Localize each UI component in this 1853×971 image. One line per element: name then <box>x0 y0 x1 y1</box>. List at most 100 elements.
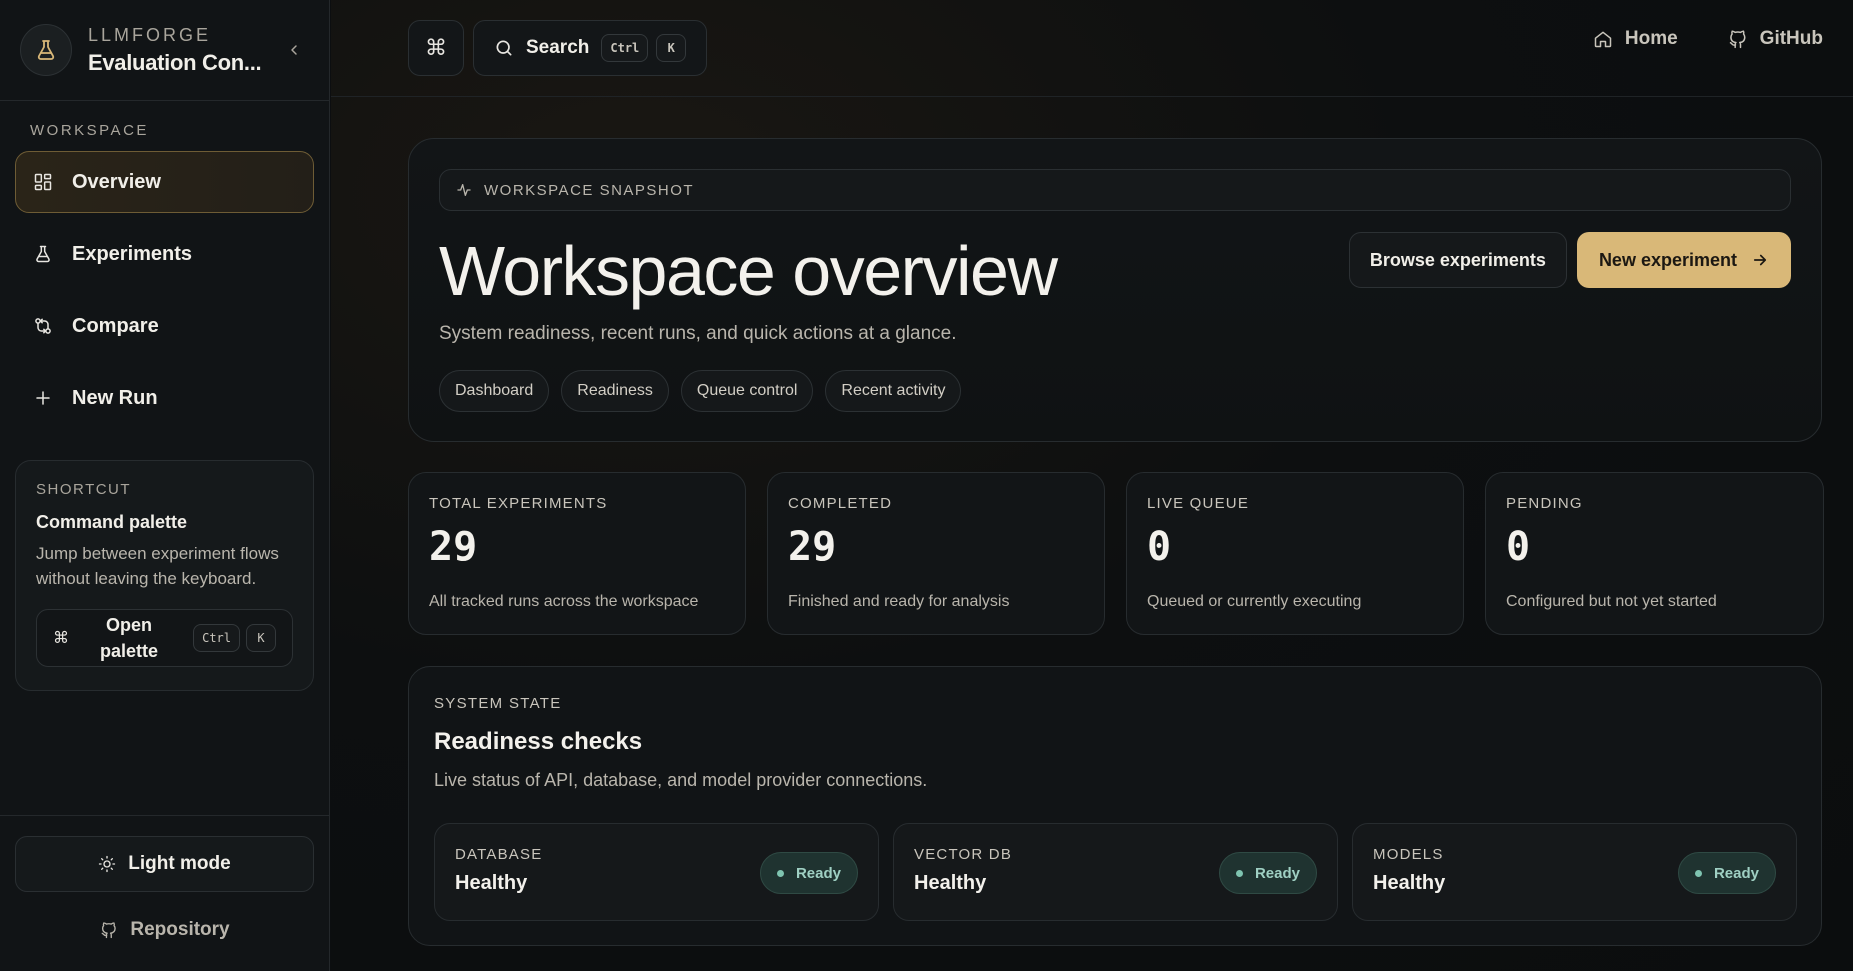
shortcut-title: Command palette <box>36 512 188 532</box>
stat-card-completed: COMPLETED 29 Finished and ready for anal… <box>767 472 1105 635</box>
stat-value: 29 <box>429 524 478 570</box>
status-badge: Ready <box>1218 852 1317 894</box>
github-icon <box>100 921 118 939</box>
chip-row: Dashboard Readiness Queue control Recent… <box>439 370 973 412</box>
sidebar-item-compare[interactable]: Compare <box>15 295 314 357</box>
brand-kicker: LLMFORGE <box>88 24 212 45</box>
stat-value: 29 <box>788 524 837 570</box>
stat-card-pending: PENDING 0 Configured but not yet started <box>1485 472 1824 635</box>
github-label: GitHub <box>1759 28 1823 49</box>
topbar: ⌘ Search Ctrl K Home GitHub <box>331 0 1853 97</box>
readiness-card: SYSTEM STATE Readiness checks Live statu… <box>408 666 1822 946</box>
top-links: Home GitHub <box>1543 28 1823 50</box>
collapse-sidebar-button[interactable] <box>279 35 309 65</box>
section-label: WORKSPACE <box>30 122 149 139</box>
status-dot-icon <box>1235 869 1243 877</box>
snapshot-bar: WORKSPACE SNAPSHOT <box>439 169 1791 211</box>
snapshot-label: WORKSPACE SNAPSHOT <box>484 181 695 199</box>
sidebar: LLMFORGE Evaluation Con... WORKSPACE Ove… <box>0 0 330 971</box>
check-models: MODELS Healthy Ready <box>1352 823 1797 921</box>
sidebar-item-new-run[interactable]: New Run <box>15 367 314 429</box>
stat-label: PENDING <box>1506 495 1583 512</box>
repository-label: Repository <box>130 919 230 940</box>
kbd-k: K <box>246 624 276 652</box>
kbd-ctrl: Ctrl <box>193 624 240 652</box>
hero-card: WORKSPACE SNAPSHOT Workspace overview Sy… <box>408 138 1822 442</box>
stat-value: 0 <box>1147 524 1172 570</box>
compare-icon <box>32 315 54 337</box>
stat-card-total: TOTAL EXPERIMENTS 29 All tracked runs ac… <box>408 472 746 635</box>
stats-row: TOTAL EXPERIMENTS 29 All tracked runs ac… <box>408 472 1824 635</box>
flask-logo-icon <box>20 24 72 76</box>
activity-icon <box>456 182 472 198</box>
open-palette-label: Open palette <box>100 615 159 661</box>
status-dot-icon <box>776 869 784 877</box>
readiness-subtitle: Live status of API, database, and model … <box>434 770 928 790</box>
home-label: Home <box>1624 28 1678 49</box>
sidebar-nav: Overview Experiments Compare New Run <box>15 151 314 439</box>
checks-row: DATABASE Healthy Ready VECTOR DB Healthy… <box>434 823 1797 921</box>
readiness-title: Readiness checks <box>434 728 643 755</box>
kbd-ctrl: Ctrl <box>601 34 649 62</box>
sidebar-item-label: Compare <box>72 314 159 337</box>
stat-value: 0 <box>1506 524 1531 570</box>
chevron-left-icon <box>291 45 297 55</box>
sidebar-item-label: New Run <box>72 386 158 409</box>
grid-icon <box>32 171 54 193</box>
check-database: DATABASE Healthy Ready <box>434 823 879 921</box>
status-text: Ready <box>795 864 841 882</box>
stat-description: All tracked runs across the workspace <box>429 593 699 610</box>
stat-label: COMPLETED <box>788 495 893 512</box>
arrow-right-icon <box>1751 251 1769 269</box>
github-icon <box>1728 29 1748 49</box>
stat-description: Configured but not yet started <box>1506 593 1717 610</box>
page-title: Workspace overview <box>439 232 1058 310</box>
command-icon: ⌘ <box>53 630 69 647</box>
browse-experiments-button[interactable]: Browse experiments <box>1348 232 1567 288</box>
plus-icon <box>32 387 54 409</box>
chip-dashboard[interactable]: Dashboard <box>439 370 550 412</box>
sidebar-footer: Light mode Repository <box>0 815 330 971</box>
chip-queue-control[interactable]: Queue control <box>680 370 814 412</box>
check-vector-db: VECTOR DB Healthy Ready <box>893 823 1338 921</box>
light-mode-button[interactable]: Light mode <box>15 836 314 892</box>
brand-title: Evaluation Con... <box>88 49 262 75</box>
command-icon: ⌘ <box>425 35 447 60</box>
hero-actions: Browse experiments New experiment <box>1348 232 1791 288</box>
sidebar-item-label: Overview <box>72 170 161 193</box>
home-link[interactable]: Home <box>1593 28 1678 50</box>
sidebar-item-experiments[interactable]: Experiments <box>15 223 314 285</box>
stat-description: Queued or currently executing <box>1147 593 1362 610</box>
status-badge: Ready <box>1677 852 1776 894</box>
shortcut-kicker: SHORTCUT <box>36 481 132 498</box>
stat-card-live-queue: LIVE QUEUE 0 Queued or currently executi… <box>1126 472 1464 635</box>
open-palette-button[interactable]: ⌘ Open palette Ctrl K <box>36 609 293 667</box>
status-text: Ready <box>1254 864 1300 882</box>
main-content: ⌘ Search Ctrl K Home GitHub WORKSPACE SN… <box>331 0 1853 971</box>
status-dot-icon <box>1694 869 1702 877</box>
new-experiment-label: New experiment <box>1598 249 1737 270</box>
shortcut-description: Jump between experiment flows without le… <box>36 544 279 588</box>
new-experiment-button[interactable]: New experiment <box>1576 232 1791 288</box>
shortcut-card: SHORTCUT Command palette Jump between ex… <box>15 460 314 691</box>
readiness-kicker: SYSTEM STATE <box>434 695 562 712</box>
stat-label: TOTAL EXPERIMENTS <box>429 495 608 512</box>
stat-label: LIVE QUEUE <box>1147 495 1250 512</box>
sidebar-item-overview[interactable]: Overview <box>15 151 314 213</box>
repository-link[interactable]: Repository <box>0 910 330 950</box>
chip-readiness[interactable]: Readiness <box>561 370 669 412</box>
search-button[interactable]: Search Ctrl K <box>473 20 707 76</box>
status-text: Ready <box>1713 864 1759 882</box>
command-button[interactable]: ⌘ <box>408 20 464 76</box>
chip-recent-activity[interactable]: Recent activity <box>825 370 962 412</box>
stat-description: Finished and ready for analysis <box>788 593 1010 610</box>
flask-icon <box>32 243 54 265</box>
light-mode-label: Light mode <box>128 853 231 874</box>
github-link[interactable]: GitHub <box>1728 28 1823 50</box>
search-icon <box>494 38 514 58</box>
sidebar-item-label: Experiments <box>72 242 193 265</box>
sun-icon <box>98 855 116 873</box>
home-icon <box>1593 29 1613 49</box>
search-label: Search <box>526 37 590 58</box>
brand-header: LLMFORGE Evaluation Con... <box>0 0 329 101</box>
